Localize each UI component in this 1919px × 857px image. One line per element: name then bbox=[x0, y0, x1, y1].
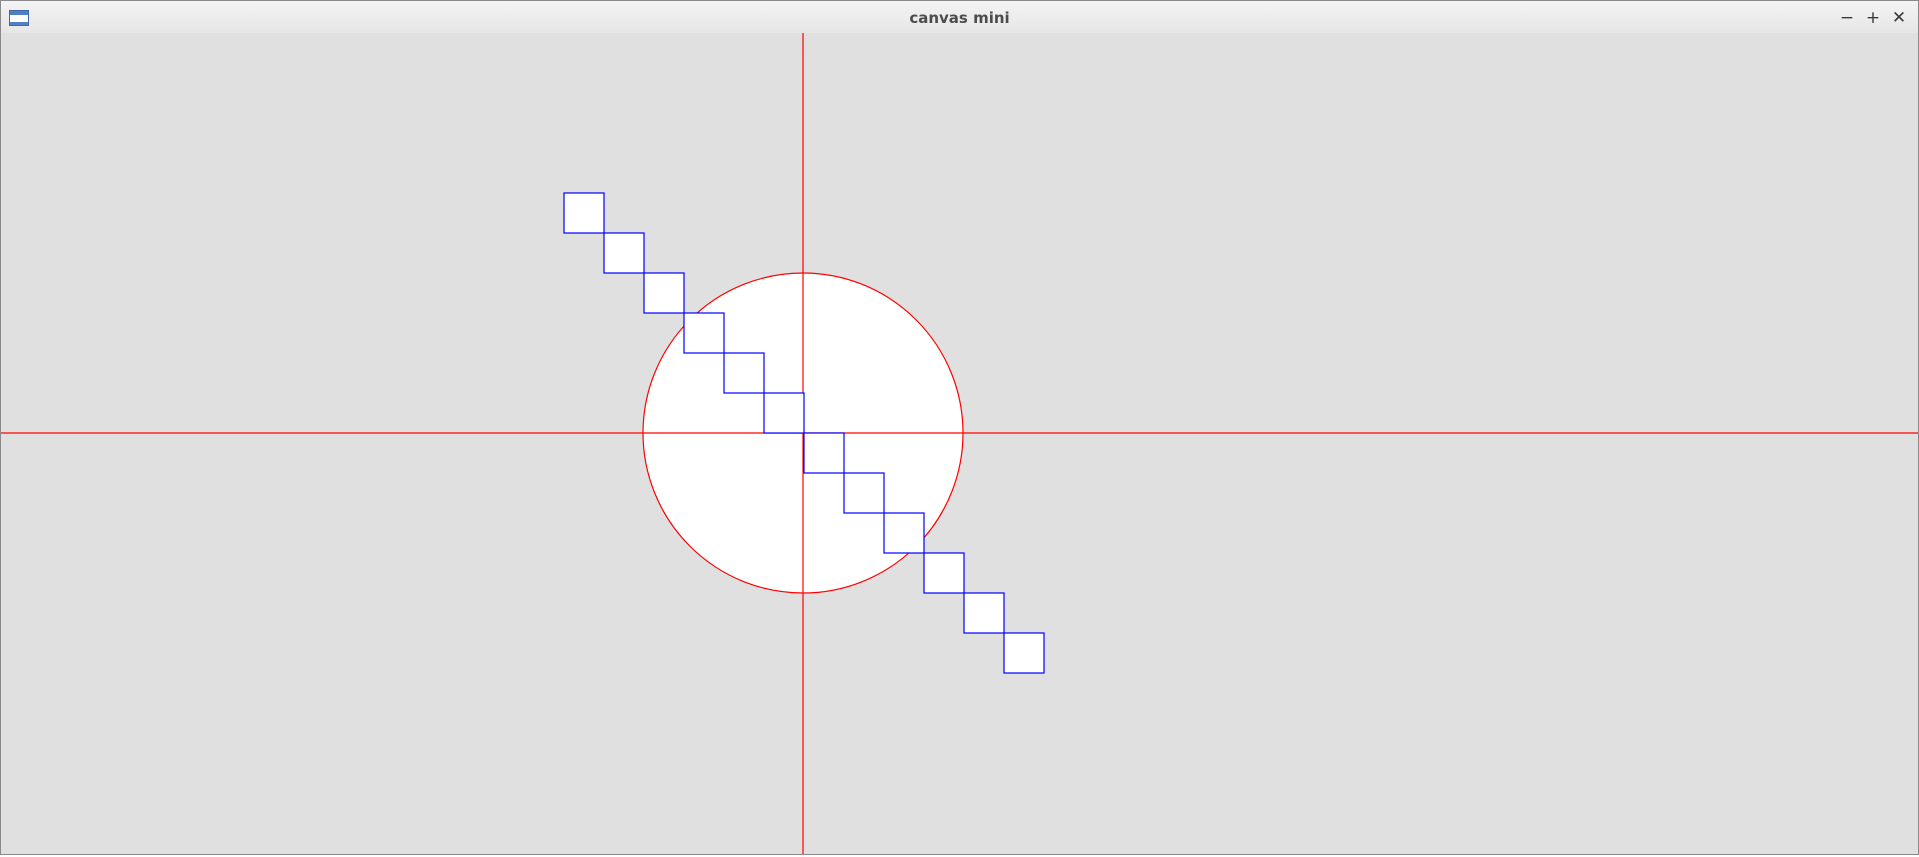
square-11 bbox=[963, 592, 1005, 634]
canvas-svg bbox=[1, 33, 1918, 854]
square-8 bbox=[843, 472, 885, 514]
square-4 bbox=[683, 312, 725, 354]
close-icon: ✕ bbox=[1891, 7, 1907, 28]
square-12 bbox=[1003, 632, 1045, 674]
square-5 bbox=[723, 352, 765, 394]
minimize-button[interactable]: − bbox=[1836, 7, 1858, 29]
minimize-icon: − bbox=[1839, 7, 1855, 28]
maximize-button[interactable]: + bbox=[1862, 7, 1884, 29]
square-10 bbox=[923, 552, 965, 594]
square-6 bbox=[763, 392, 805, 434]
window-controls: − + ✕ bbox=[1836, 7, 1910, 29]
app-window: canvas mini − + ✕ bbox=[0, 0, 1919, 855]
maximize-icon: + bbox=[1865, 7, 1881, 28]
square-9 bbox=[883, 512, 925, 554]
title-bar[interactable]: canvas mini − + ✕ bbox=[1, 1, 1918, 34]
square-1 bbox=[563, 192, 605, 234]
square-2 bbox=[603, 232, 645, 274]
close-button[interactable]: ✕ bbox=[1888, 7, 1910, 29]
drawing-canvas[interactable] bbox=[1, 33, 1918, 854]
square-3 bbox=[643, 272, 685, 314]
window-title: canvas mini bbox=[909, 9, 1010, 27]
square-7 bbox=[803, 432, 845, 474]
